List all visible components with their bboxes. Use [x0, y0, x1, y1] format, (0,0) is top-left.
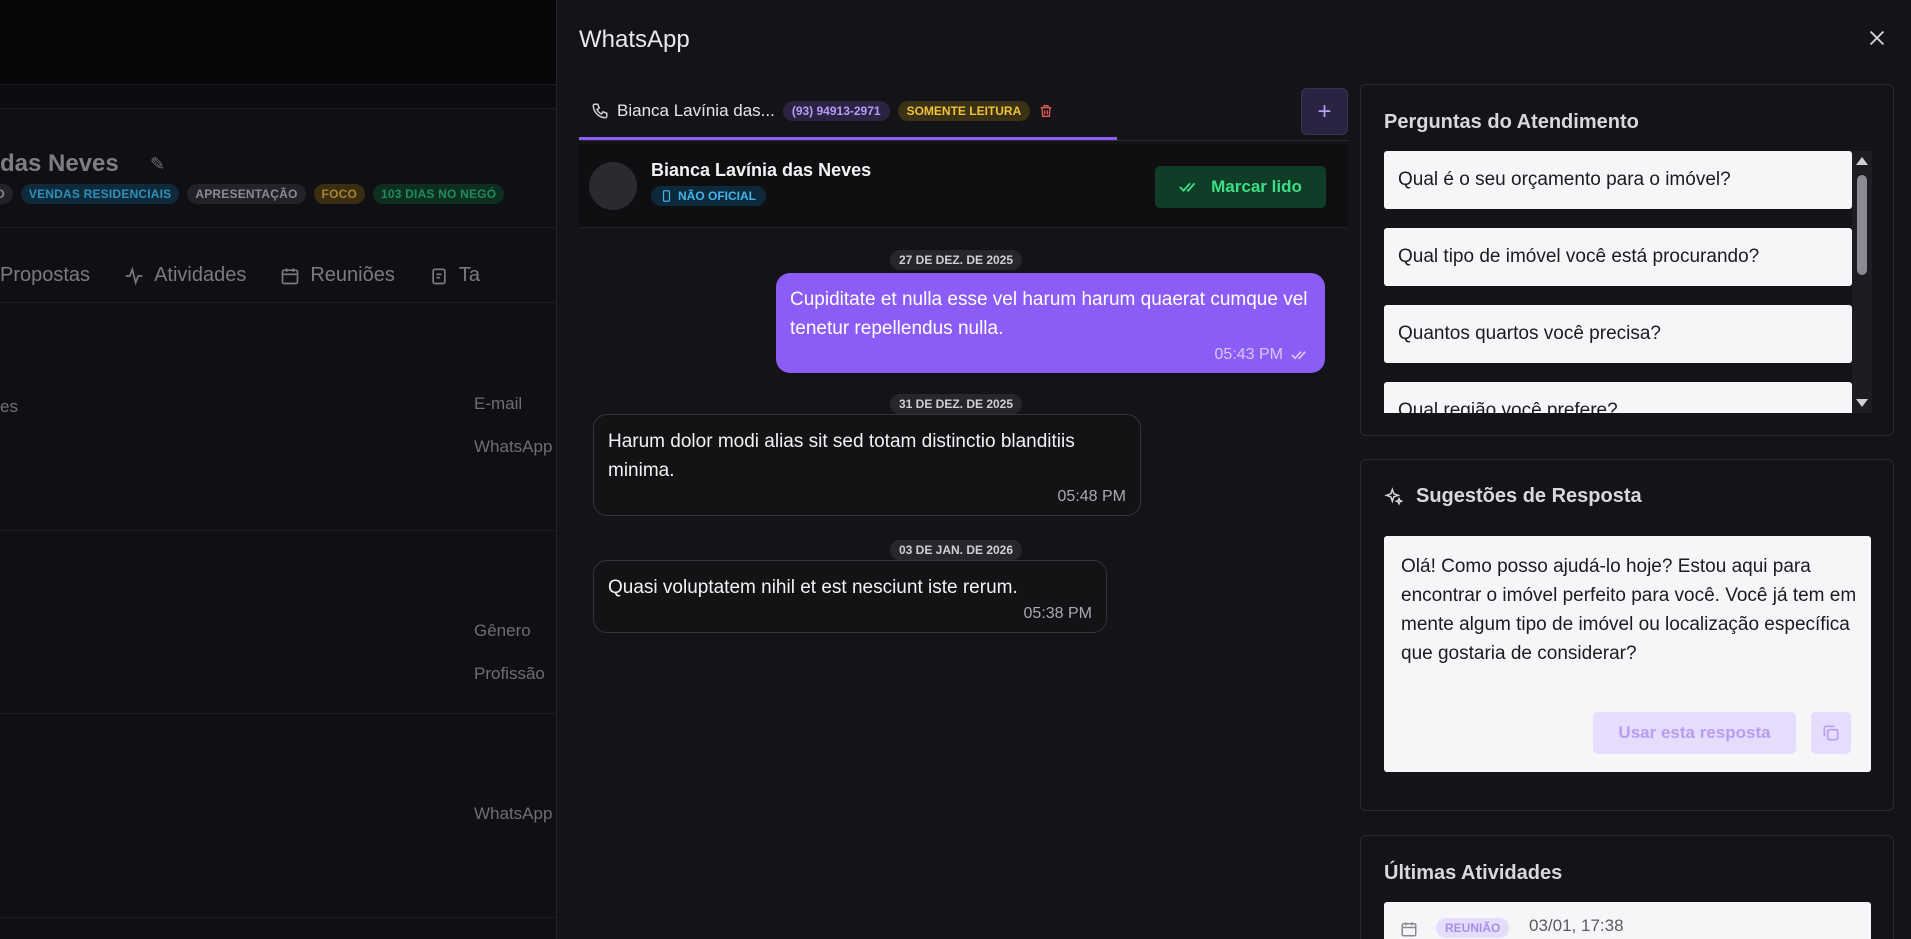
use-response-button[interactable]: Usar esta resposta [1593, 712, 1796, 754]
lead-title: das Neves [0, 150, 119, 177]
unofficial-badge: NÃO OFICIAL [651, 186, 766, 206]
close-icon [1869, 30, 1885, 46]
conversation-tab[interactable]: Bianca Lavínia das... (93) 94913-2971 SO… [579, 84, 1117, 140]
mobile-icon [662, 190, 671, 202]
field-label-email: E-mail [474, 394, 523, 413]
phone-number-badge: (93) 94913-2971 [782, 100, 890, 121]
screen: das Neves ✎ TO VENDAS RESIDENCIAIS APRES… [0, 0, 1911, 939]
message-text: Cupiditate et nulla esse vel harum harum… [790, 289, 1308, 339]
suggestion-text: Olá! Como posso ajudá-lo hoje? Estou aqu… [1401, 556, 1857, 664]
whatsapp-panel: WhatsApp Bianca Lavínia das... (93) 9491… [556, 0, 1911, 939]
message-text: Harum dolor modi alias sit sed totam dis… [608, 431, 1075, 481]
scroll-up-icon[interactable] [1856, 157, 1868, 165]
lead-tag: 103 DIAS NO NEGÓ [373, 184, 505, 204]
lead-tag: VENDAS RESIDENCIAIS [20, 184, 180, 204]
plus-icon: + [1317, 97, 1332, 125]
clipboard-icon [432, 268, 446, 284]
date-separator: 31 DE DEZ. DE 2025 [889, 394, 1023, 414]
message-list: 27 DE DEZ. DE 2025 Cupiditate et nulla e… [579, 228, 1348, 939]
activity-time: 03/01, 17:38 [1529, 916, 1624, 935]
edit-pencil-icon[interactable]: ✎ [150, 154, 165, 175]
double-check-icon [1179, 182, 1196, 193]
date-separator: 03 DE JAN. DE 2026 [889, 540, 1023, 560]
background-subbar [0, 85, 556, 109]
questions-list: Qual é o seu orçamento para o imóvel? Qu… [1384, 151, 1852, 413]
add-conversation-button[interactable]: + [1301, 88, 1348, 135]
lead-tabs: Propostas Atividades Reuniões Ta [0, 264, 480, 287]
conversation-name: Bianca Lavínia das... [617, 100, 775, 120]
suggestions-title: Sugestões de Resposta [1384, 485, 1642, 508]
activity-item[interactable]: REUNIÃO 03/01, 17:38 [1384, 902, 1871, 939]
lead-tag: TO [0, 184, 13, 204]
divider [0, 227, 556, 228]
divider [0, 917, 556, 918]
double-check-icon [1291, 351, 1306, 360]
activities-title: Últimas Atividades [1384, 862, 1563, 884]
tab-tarefas[interactable]: Ta [429, 264, 480, 287]
activity-type-badge: REUNIÃO [1436, 918, 1510, 938]
divider [0, 713, 556, 714]
chat-column: Bianca Lavínia das... (93) 94913-2971 SO… [579, 84, 1348, 939]
tab-atividades[interactable]: Atividades [124, 264, 246, 287]
activity-icon [125, 266, 143, 285]
background-topbar [0, 0, 556, 85]
contact-name: Bianca Lavínia das Neves [651, 160, 872, 180]
divider [0, 530, 556, 531]
lead-tag: FOCO [313, 184, 366, 204]
message-text: Quasi voluptatem nihil et est nesciunt i… [608, 577, 1018, 598]
tabs-divider [579, 140, 1348, 141]
message-outgoing: Cupiditate et nulla esse vel harum harum… [776, 273, 1325, 373]
calendar-icon [282, 268, 299, 284]
mark-read-button[interactable]: Marcar lido [1155, 166, 1326, 208]
trash-icon[interactable] [1038, 103, 1054, 119]
phone-icon [592, 103, 608, 119]
field-label-whatsapp: WhatsApp [474, 804, 553, 823]
question-item[interactable]: Quantos quartos você precisa? [1384, 305, 1852, 363]
question-item[interactable]: Qual tipo de imóvel você está procurando… [1384, 228, 1852, 286]
lead-tag: APRESENTAÇÃO [187, 184, 306, 204]
question-item[interactable]: Qual região você prefere? [1384, 382, 1852, 413]
questions-card: Perguntas do Atendimento Qual é o seu or… [1360, 84, 1894, 436]
field-label: es [0, 397, 18, 416]
panel-title: WhatsApp [579, 26, 690, 53]
tab-propostas[interactable]: Propostas [0, 264, 90, 287]
read-only-badge: SOMENTE LEITURA [897, 100, 1031, 121]
avatar [589, 162, 637, 210]
close-button[interactable] [1863, 26, 1891, 54]
copy-button[interactable] [1811, 712, 1851, 754]
scroll-down-icon[interactable] [1856, 399, 1868, 407]
message-time: 05:48 PM [1057, 488, 1126, 505]
divider [0, 302, 556, 303]
lead-tags: TO VENDAS RESIDENCIAIS APRESENTAÇÃO FOCO… [0, 184, 505, 204]
scrollbar-thumb[interactable] [1857, 175, 1867, 275]
chat-header: Bianca Lavínia das Neves NÃO OFICIAL Mar… [579, 144, 1348, 228]
suggestion-box: Olá! Como posso ajudá-lo hoje? Estou aqu… [1384, 536, 1871, 772]
date-separator: 27 DE DEZ. DE 2025 [889, 250, 1023, 270]
field-label-profissao: Profissão [474, 664, 545, 683]
copy-icon [1823, 725, 1839, 741]
suggestions-card: Sugestões de Resposta Olá! Como posso aj… [1360, 459, 1894, 811]
activities-card: Últimas Atividades REUNIÃO 03/01, 17:38 [1360, 835, 1894, 939]
message-incoming: Quasi voluptatem nihil et est nesciunt i… [593, 560, 1107, 633]
background-page: das Neves ✎ TO VENDAS RESIDENCIAIS APRES… [0, 0, 556, 939]
questions-scrollbar[interactable] [1852, 151, 1872, 413]
tab-reunioes[interactable]: Reuniões [280, 264, 395, 287]
field-label-genero: Gênero [474, 621, 531, 640]
questions-title: Perguntas do Atendimento [1384, 111, 1639, 133]
message-time: 05:43 PM [1214, 346, 1283, 363]
question-item[interactable]: Qual é o seu orçamento para o imóvel? [1384, 151, 1852, 209]
calendar-icon [1401, 922, 1417, 937]
sparkles-icon [1384, 486, 1404, 506]
field-label-whatsapp: WhatsApp [474, 437, 553, 456]
message-incoming: Harum dolor modi alias sit sed totam dis… [593, 414, 1141, 516]
message-time: 05:38 PM [1023, 605, 1092, 622]
